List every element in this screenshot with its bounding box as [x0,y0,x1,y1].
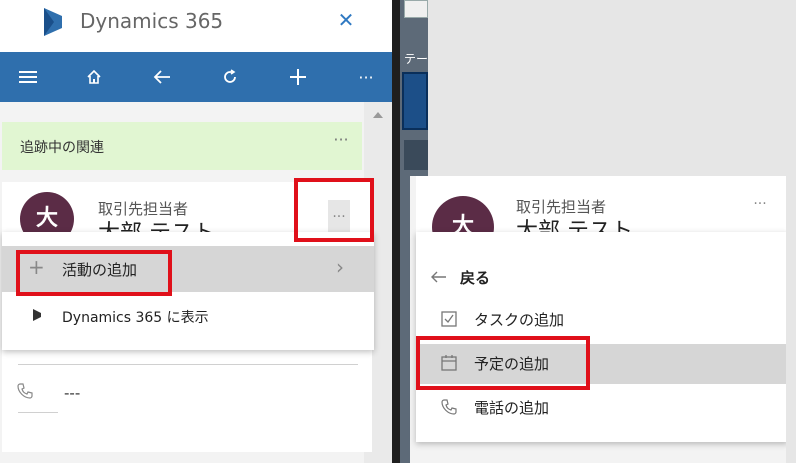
menu-icon [19,71,37,83]
chevron-right-icon: › [336,255,344,279]
home-button[interactable] [74,52,114,102]
background-tile [404,0,428,18]
calendar-icon [441,355,457,371]
background-tile [402,72,428,130]
command-bar: ··· [0,52,392,102]
phone-icon [17,383,33,399]
record-type-label: 取引先担当者 [98,200,189,218]
show-in-dynamics-menu-item[interactable]: Dynamics 365 に表示 [2,302,374,336]
add-icon [290,69,306,85]
contact-name-clip: 大部 テスト [516,218,676,232]
tracking-more-button[interactable]: ··· [328,130,354,150]
tracking-label: 追跡中の関連 [20,140,104,156]
background-tile [404,140,428,170]
add-appointment-label: 予定の追加 [474,355,550,373]
app-title: Dynamics 365 [80,9,224,33]
menu-button[interactable] [8,52,48,102]
plus-icon: + [28,255,45,279]
phone-icon [441,399,457,415]
close-icon: ✕ [337,8,355,32]
divider [18,364,358,365]
home-icon [87,69,101,84]
background-tab-label: テー [404,52,429,66]
refresh-icon [224,69,236,83]
contact-card: 大 取引先担当者 大部 テスト ··· [416,176,786,258]
add-activity-menu-item[interactable]: + 活動の追加 › [2,246,374,292]
divider [18,412,58,413]
add-phone-call-menu-item[interactable]: 電話の追加 [416,388,788,428]
left-panel: Dynamics 365 ✕ ··· 追跡中の関連 ··· 大 取引先担当者 大… [0,0,392,463]
close-button[interactable]: ✕ [336,8,356,32]
activity-submenu: 戻る タスクの追加 予定の追加 電話の追加 [416,232,788,442]
card-more-button[interactable]: ··· [750,196,770,222]
back-arrow-icon [153,70,170,84]
add-appointment-menu-item[interactable]: 予定の追加 [416,344,788,384]
add-button[interactable] [278,52,318,102]
dynamics-logo-icon [44,8,62,36]
add-task-label: タスクの追加 [474,311,565,329]
contact-name: 大部 テスト [516,219,633,232]
refresh-button[interactable] [210,52,250,102]
back-arrow-icon [431,271,446,283]
back-menu-item[interactable]: 戻る [416,258,788,298]
record-type-label: 取引先担当者 [516,198,607,216]
scrollbar[interactable] [786,0,796,463]
back-label: 戻る [460,269,491,287]
back-button[interactable] [142,52,182,102]
add-task-menu-item[interactable]: タスクの追加 [416,300,788,340]
more-icon: ··· [358,67,374,87]
window-gutter [392,0,400,463]
add-activity-label: 活動の追加 [62,261,138,279]
card-more-button[interactable]: ··· [328,200,350,234]
more-button[interactable]: ··· [346,52,386,102]
context-menu: + 活動の追加 › Dynamics 365 に表示 [2,232,374,350]
checkbox-icon [441,311,457,327]
show-in-dynamics-label: Dynamics 365 に表示 [62,310,209,326]
screenshot-stage: Dynamics 365 ✕ ··· 追跡中の関連 ··· 大 取引先担当者 大… [0,0,796,463]
tracking-bar: 追跡中の関連 ··· [2,122,362,170]
dynamics-logo-icon [33,309,41,321]
add-phone-call-label: 電話の追加 [474,399,550,417]
scroll-up-arrow-icon[interactable] [373,112,383,118]
phone-value: --- [64,384,81,402]
app-header: Dynamics 365 ✕ [0,0,392,52]
